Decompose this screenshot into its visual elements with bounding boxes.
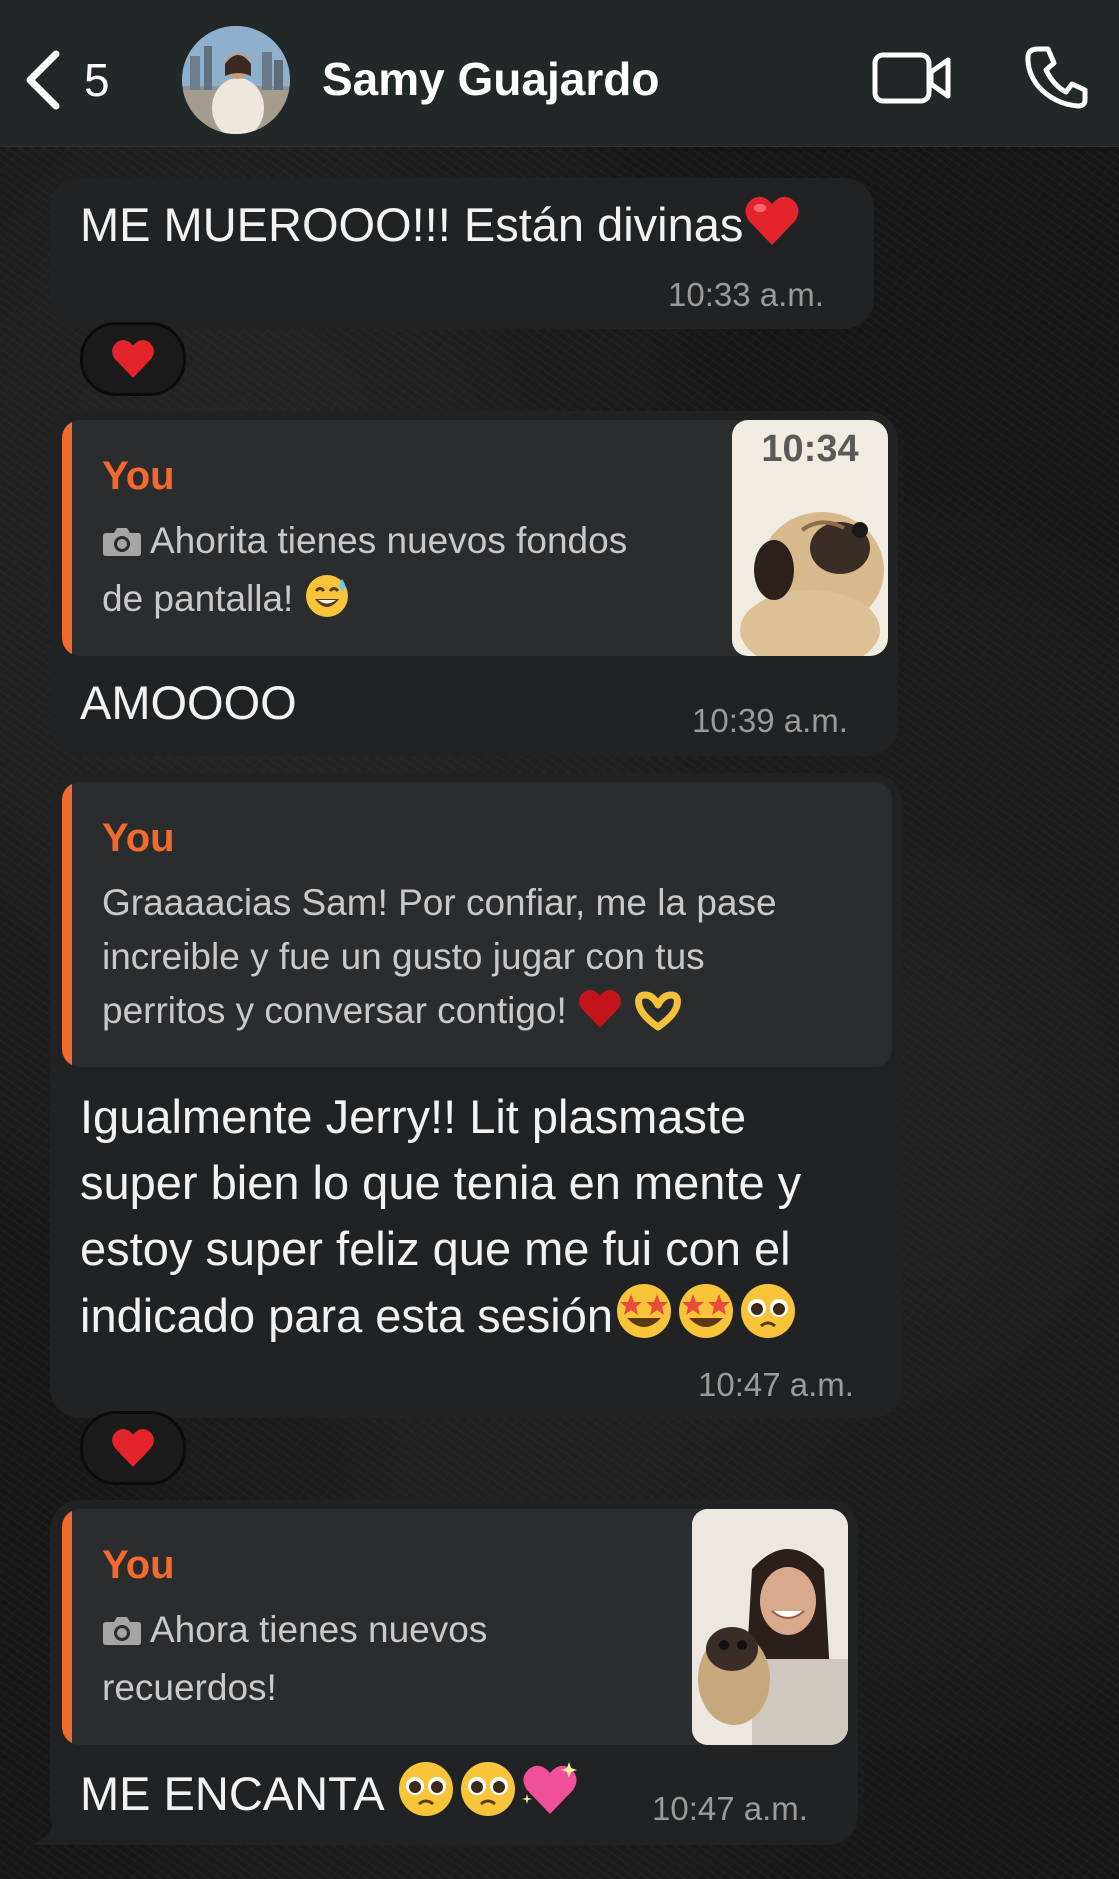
- message-timestamp: 10:33 a.m.: [668, 276, 824, 313]
- pug-image: [740, 512, 884, 656]
- message-line-4: indicado para esta sesión: [80, 1282, 900, 1357]
- video-call-button[interactable]: [872, 50, 952, 111]
- quoted-message[interactable]: You Ahora tienes nuevos recuerdos!: [62, 1509, 848, 1745]
- quote-accent-bar: [62, 420, 72, 656]
- message-timestamp: 10:47 a.m.: [652, 1790, 808, 1827]
- reaction-badge[interactable]: [80, 322, 186, 396]
- pleading-face-emoji-icon: [395, 1760, 457, 1835]
- message-line-3: estoy super feliz que me fui con el: [80, 1222, 791, 1275]
- camera-icon: [102, 518, 142, 572]
- message-line-4-text: indicado para esta sesión: [80, 1289, 614, 1342]
- quote-text: Ahorita tienes nuevos fondos de pantalla…: [102, 514, 662, 634]
- photo-thumbnail[interactable]: [692, 1509, 848, 1745]
- quote-line-2: de pantalla!: [102, 572, 662, 634]
- message-text: ME MUEROOO!!! Están divinas: [80, 192, 801, 266]
- quote-line-1: Ahorita tienes nuevos fondos: [102, 514, 662, 572]
- quote-line-3-text: perritos y conversar contigo!: [102, 990, 567, 1031]
- heart-emoji-icon: [577, 987, 623, 1046]
- quoted-message[interactable]: You Ahorita tienes nuevos fondos de pant…: [62, 420, 888, 656]
- quoted-message[interactable]: You Graaaacias Sam! Por confiar, me la p…: [62, 782, 892, 1067]
- wallpaper-thumbnail[interactable]: 10:34: [732, 420, 888, 656]
- portrait-image: [692, 1509, 848, 1745]
- sparkling-heart-emoji-icon: [519, 1760, 581, 1835]
- chevron-left-icon: [26, 50, 60, 110]
- quote-line-2-text: de pantalla!: [102, 578, 294, 619]
- reaction-badge[interactable]: [80, 1411, 186, 1485]
- message-text: Igualmente Jerry!! Lit plasmaste super b…: [80, 1084, 900, 1357]
- quote-author: You: [102, 816, 175, 860]
- heart-emoji-icon: [743, 193, 801, 266]
- quote-line-1-text: Ahorita tienes nuevos fondos: [150, 520, 628, 561]
- quote-author: You: [102, 1543, 175, 1587]
- phone-icon: [1025, 46, 1088, 109]
- star-struck-emoji-icon: [675, 1282, 737, 1357]
- message-timestamp: 10:47 a.m.: [698, 1366, 854, 1403]
- quote-line-2: increible y fue un gusto jugar con tus: [102, 936, 705, 977]
- quote-line-1: Ahora tienes nuevos: [102, 1603, 662, 1661]
- video-camera-icon: [872, 52, 951, 104]
- back-button[interactable]: 5: [22, 44, 110, 116]
- quote-line-3: perritos y conversar contigo!: [102, 984, 882, 1046]
- heart-icon: [112, 339, 154, 378]
- heart-icon: [112, 1428, 154, 1467]
- quote-line-1-text: Ahora tienes nuevos: [150, 1609, 488, 1650]
- contact-avatar[interactable]: [182, 26, 290, 134]
- message-text: AMOOOO: [80, 676, 297, 729]
- pleading-face-emoji-icon: [737, 1282, 799, 1357]
- message-timestamp: 10:39 a.m.: [692, 702, 848, 739]
- quote-line-1: Graaaacias Sam! Por confiar, me la pase: [102, 882, 777, 923]
- quote-author: You: [102, 454, 175, 498]
- bubble-tail: [30, 1815, 70, 1845]
- message-line-2: super bien lo que tenia en mente y: [80, 1156, 802, 1209]
- star-struck-emoji-icon: [613, 1282, 675, 1357]
- quote-text: Ahora tienes nuevos recuerdos!: [102, 1603, 662, 1715]
- message-line-1: Igualmente Jerry!! Lit plasmaste: [80, 1090, 747, 1143]
- quote-text: Graaaacias Sam! Por confiar, me la pase …: [102, 876, 882, 1046]
- message-text: ME ENCANTA: [80, 1760, 581, 1835]
- message-text-content: ME ENCANTA: [80, 1767, 383, 1820]
- avatar-image: [182, 26, 290, 134]
- quote-line-2: recuerdos!: [102, 1667, 277, 1708]
- heart-hands-emoji-icon: [633, 991, 683, 1046]
- pleading-face-emoji-icon: [457, 1760, 519, 1835]
- message-text-content: ME MUEROOO!!! Están divinas: [80, 198, 744, 251]
- voice-call-button[interactable]: [1024, 44, 1088, 115]
- sweat-smile-emoji-icon: [304, 573, 350, 634]
- quote-accent-bar: [62, 1509, 72, 1745]
- unread-count: 5: [84, 54, 110, 106]
- chat-header: 5 Samy Guajardo: [0, 0, 1119, 147]
- contact-name[interactable]: Samy Guajardo: [322, 52, 659, 106]
- quote-accent-bar: [62, 782, 72, 1067]
- camera-icon: [102, 1607, 142, 1661]
